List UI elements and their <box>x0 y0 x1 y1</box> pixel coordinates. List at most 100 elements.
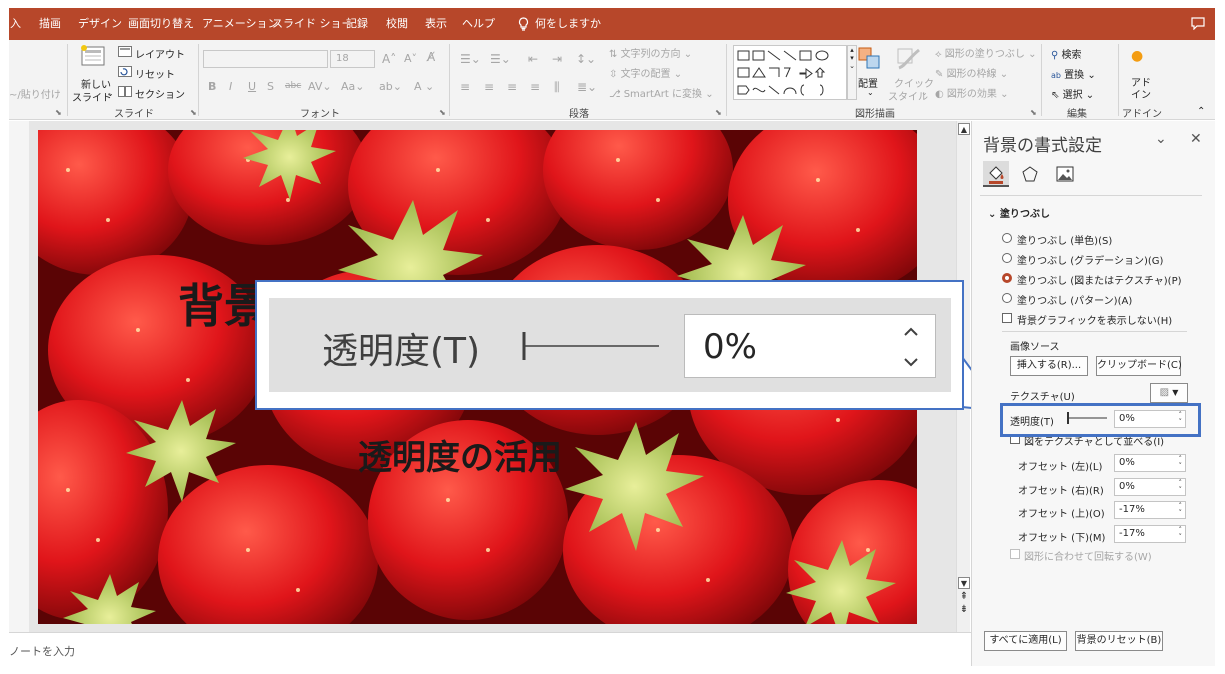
offset-left-field[interactable]: 0% ˄ ˅ <box>1114 454 1186 472</box>
numbering-icon[interactable]: ☰⌄ <box>490 52 511 66</box>
shadow-icon[interactable]: S <box>267 80 274 93</box>
tab-animations[interactable]: アニメーション <box>202 8 279 40</box>
change-case-icon[interactable]: Aa⌄ <box>341 80 364 93</box>
comment-icon[interactable] <box>1191 17 1205 30</box>
spin-arrows-icon[interactable]: ˄ ˅ <box>1179 527 1183 541</box>
bold-icon[interactable]: B <box>208 80 216 93</box>
fill-section-header[interactable]: ⌄ 塗りつぶし <box>988 205 1050 220</box>
tab-insert[interactable]: 入 <box>10 8 21 40</box>
tab-transitions[interactable]: 画面切り替え <box>128 8 194 40</box>
tab-record[interactable]: 記録 <box>346 8 368 40</box>
find-button[interactable]: ⚲ 検索 <box>1051 46 1082 61</box>
align-text-button[interactable]: ⇳ 文字の配置 ⌄ <box>609 65 682 80</box>
chevron-down-icon: ⌄ <box>107 89 114 98</box>
align-center-icon[interactable]: ≡ <box>484 80 494 94</box>
shape-effect-button[interactable]: ◐ 図形の効果 ⌄ <box>935 85 1008 100</box>
divider <box>980 195 1202 196</box>
columns-icon[interactable]: ⫼ <box>554 80 560 95</box>
drawing-launcher-icon[interactable]: ⬊ <box>1030 108 1037 117</box>
tab-review[interactable]: 校閲 <box>386 8 408 40</box>
justify-icon[interactable]: ≡ <box>530 80 540 94</box>
paragraph-border-icon[interactable]: ≣⌄ <box>577 80 597 94</box>
chevron-down-icon[interactable]: ⌄ <box>1155 131 1167 147</box>
spin-arrows-icon[interactable]: ˄ ˅ <box>1179 480 1183 494</box>
notes-pane[interactable]: ノートを入力 <box>9 632 971 666</box>
align-left-icon[interactable]: ≡ <box>460 80 470 94</box>
paint-bucket-icon <box>989 166 1004 184</box>
tab-fill[interactable] <box>983 161 1009 187</box>
collapse-ribbon-icon[interactable]: ⌃ <box>1197 106 1205 117</box>
addin-group-label: アドイン <box>1122 109 1162 120</box>
shape-outline-button[interactable]: ✎ 図形の枠線 ⌄ <box>935 65 1008 80</box>
select-button[interactable]: ⇖ 選択 ⌄ <box>1051 86 1094 101</box>
spin-arrows-icon[interactable]: ˄ ˅ <box>1179 503 1183 517</box>
font-name-box[interactable] <box>203 50 328 68</box>
fill-solid-radio[interactable] <box>1002 233 1012 243</box>
text-direction-button[interactable]: ⇅ 文字列の方向 ⌄ <box>609 45 692 60</box>
format-background-pane: 背景の書式設定 ⌄ ✕ ⌄ 塗りつぶし 塗りつぶし (単色)(S) 塗りつぶし … <box>971 121 1215 666</box>
offset-bottom-value: -17% <box>1119 528 1145 539</box>
fill-gradient-radio[interactable] <box>1002 253 1012 263</box>
fill-section-label: 塗りつぶし <box>999 209 1050 220</box>
arrange-icon <box>858 47 880 69</box>
next-slide-icon[interactable]: ⇟ <box>958 604 970 616</box>
spin-arrows-icon[interactable]: ˄ ˅ <box>1179 456 1183 470</box>
underline-icon[interactable]: U <box>248 80 256 93</box>
tell-me-search[interactable]: 何をしますか <box>518 8 601 40</box>
reset-background-button[interactable]: 背景のリセット(B) <box>1075 631 1163 651</box>
insert-picture-button[interactable]: 挿入する(R)... <box>1010 356 1088 376</box>
slide-launcher-icon[interactable]: ⬊ <box>190 108 197 117</box>
offset-bottom-field[interactable]: -17% ˄ ˅ <box>1114 525 1186 543</box>
fill-picture-radio[interactable] <box>1002 273 1012 283</box>
ribbon: ~/貼り付け ⬊ 新しい スライド ⌄ レイアウト リセット セクション スライ… <box>9 40 1215 120</box>
tab-help[interactable]: ヘルプ <box>462 8 495 40</box>
scroll-down-icon[interactable]: ▼ <box>958 577 970 589</box>
smartart-label: SmartArt に変換 <box>623 89 703 100</box>
reset-label: リセット <box>135 70 175 81</box>
grow-font-icon[interactable]: A˄ <box>382 52 396 66</box>
tab-picture[interactable] <box>1052 161 1078 187</box>
shapes-gallery-scroll[interactable]: ▴ ▾ ⌄ <box>847 45 857 100</box>
cursor-icon: ⇖ <box>1051 90 1060 101</box>
shapes-gallery[interactable] <box>733 45 847 100</box>
align-right-icon[interactable]: ≡ <box>507 80 517 94</box>
offset-right-field[interactable]: 0% ˄ ˅ <box>1114 478 1186 496</box>
decrease-indent-icon[interactable]: ⇤ <box>528 52 538 66</box>
transparency-highlight-box <box>1000 403 1201 437</box>
clipboard-launcher-icon[interactable]: ⬊ <box>55 108 62 117</box>
clipboard-button[interactable]: クリップボード(C) <box>1096 356 1182 376</box>
font-launcher-icon[interactable]: ⬊ <box>439 108 446 117</box>
fill-pattern-radio[interactable] <box>1002 293 1012 303</box>
smartart-button[interactable]: ⎇ SmartArt に変換 ⌄ <box>609 85 714 100</box>
char-spacing-icon[interactable]: AV⌄ <box>308 80 332 93</box>
close-icon[interactable]: ✕ <box>1190 131 1202 147</box>
hide-graphics-checkbox[interactable] <box>1002 313 1012 323</box>
rotate-with-shape-checkbox[interactable] <box>1010 549 1020 559</box>
paragraph-launcher-icon[interactable]: ⬊ <box>715 108 722 117</box>
highlight-icon[interactable]: ab⌄ <box>379 80 402 93</box>
tab-draw[interactable]: 描画 <box>39 8 61 40</box>
slide-subtitle[interactable]: 透明度の活用 <box>358 430 562 479</box>
offset-top-field[interactable]: -17% ˄ ˅ <box>1114 501 1186 519</box>
shape-fill-button[interactable]: ⟡ 図形の塗りつぶし ⌄ <box>935 45 1036 60</box>
font-color-icon[interactable]: A ⌄ <box>414 80 434 93</box>
thumbnail-pane <box>9 121 29 632</box>
previous-slide-icon[interactable]: ⇞ <box>958 591 970 603</box>
tab-design[interactable]: デザイン <box>78 8 122 40</box>
bullets-icon[interactable]: ☰⌄ <box>460 52 481 66</box>
texture-dropdown[interactable]: ▨ ▼ <box>1150 383 1188 403</box>
line-spacing-icon[interactable]: ↕⌄ <box>576 52 596 66</box>
font-size-box[interactable]: 18 <box>330 50 375 68</box>
paste-label[interactable]: ~/貼り付け <box>9 86 61 101</box>
shrink-font-icon[interactable]: A˅ <box>404 52 417 65</box>
apply-all-button[interactable]: すべてに適用(L) <box>984 631 1067 651</box>
clear-format-icon[interactable]: A̸ <box>427 50 435 64</box>
tab-effects[interactable] <box>1017 161 1043 187</box>
tab-view[interactable]: 表示 <box>425 8 447 40</box>
strikethrough-icon[interactable]: abc <box>285 81 301 91</box>
italic-icon[interactable]: I <box>229 80 232 93</box>
replace-button[interactable]: ab 置換 ⌄ <box>1051 66 1096 81</box>
scroll-up-icon[interactable]: ▲ <box>958 123 970 135</box>
tab-slideshow[interactable]: スライド ショー <box>272 8 353 40</box>
increase-indent-icon[interactable]: ⇥ <box>552 52 562 66</box>
